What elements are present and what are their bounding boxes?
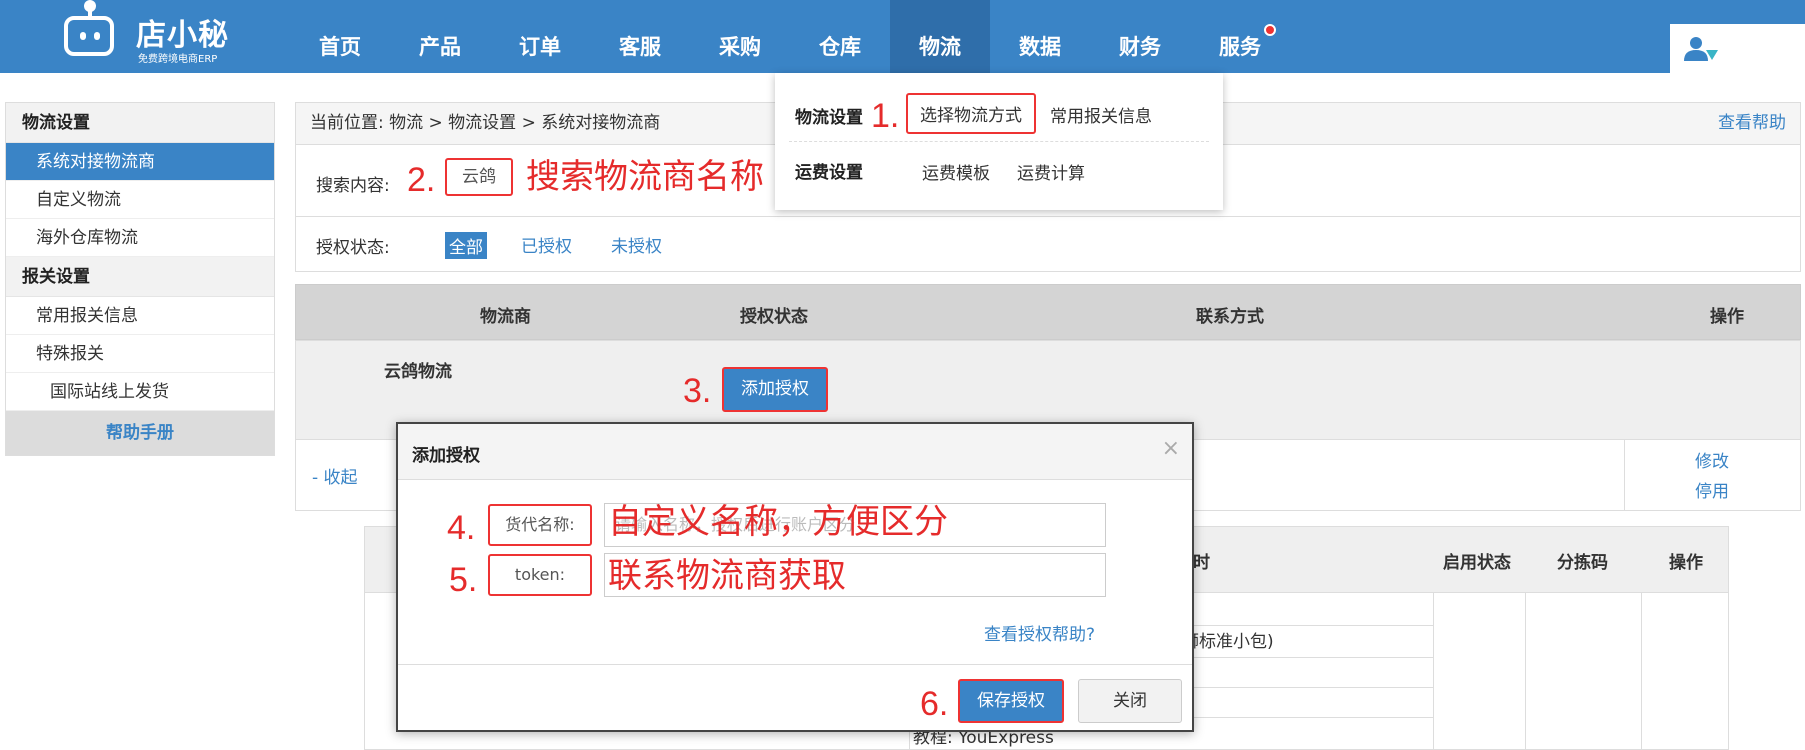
auth-filter-all[interactable]: 全部	[445, 232, 487, 259]
annotation-step-3: 3.	[683, 372, 712, 410]
close-icon[interactable]: ×	[1162, 436, 1180, 461]
carrier-name: 云鸽物流	[384, 362, 452, 382]
col-sort-code: 分拣码	[1557, 553, 1608, 573]
nav-data[interactable]: 数据	[990, 0, 1090, 73]
user-icon	[1684, 37, 1718, 61]
brand-subtitle: 免费跨境电商ERP	[138, 54, 218, 65]
modal-title: 添加授权	[412, 446, 480, 466]
top-navbar: 店小秘 免费跨境电商ERP 首页 产品 订单 客服 采购 仓库 物流 数据 财务…	[0, 0, 1805, 73]
nav-logistics[interactable]: 物流	[890, 0, 990, 73]
menu-item-freight-calc[interactable]: 运费计算	[1017, 159, 1085, 184]
sidebar-item-overseas-warehouse[interactable]: 海外仓库物流	[6, 219, 274, 257]
auth-status-label: 授权状态:	[316, 238, 390, 258]
auth-filter-unauthorized[interactable]: 未授权	[611, 232, 662, 257]
nav-finance[interactable]: 财务	[1090, 0, 1190, 73]
col-contact: 联系方式	[1196, 307, 1264, 327]
logo[interactable]: 店小秘 免费跨境电商ERP	[64, 0, 244, 65]
auth-filter-authorized[interactable]: 已授权	[521, 232, 572, 257]
nav-home[interactable]: 首页	[290, 0, 390, 73]
view-help-link[interactable]: 查看帮助	[1718, 103, 1786, 144]
token-label: token:	[488, 554, 592, 596]
sidebar-item-intl-online-shipping[interactable]: 国际站线上发货	[6, 373, 274, 411]
main-nav: 首页 产品 订单 客服 采购 仓库 物流 数据 财务 服务	[290, 0, 1290, 73]
dropdown-divider	[789, 141, 1209, 142]
dropdown-group-logistics-settings: 物流设置	[795, 108, 863, 128]
annotation-custom-name: 自定义名称，方便区分	[608, 502, 948, 542]
col-actions: 操作	[1710, 307, 1744, 327]
logistics-dropdown-menu: 物流设置 选择物流方式 常用报关信息 运费设置 运费模板 运费计算	[775, 73, 1223, 210]
annotation-contact-carrier: 联系物流商获取	[608, 556, 846, 596]
carrier-table-header: 物流商 授权状态 联系方式 操作	[295, 284, 1801, 340]
menu-item-customs-info[interactable]: 常用报关信息	[1050, 102, 1152, 127]
cancel-button[interactable]: 关闭	[1078, 679, 1182, 723]
collapse-link[interactable]: - 收起	[312, 463, 358, 488]
nav-services-wrap[interactable]: 服务	[1190, 0, 1290, 73]
annotation-step-6: 6.	[920, 685, 949, 723]
sidebar-item-system-carriers[interactable]: 系统对接物流商	[6, 143, 274, 181]
nav-services[interactable]: 服务	[1219, 35, 1261, 59]
add-auth-button[interactable]: 添加授权	[722, 367, 828, 412]
annotation-step-5: 5.	[449, 561, 478, 599]
brand-name: 店小秘	[136, 18, 229, 53]
search-tag[interactable]: 云鸽	[445, 158, 513, 196]
forwarder-name-label: 货代名称:	[488, 504, 592, 546]
robot-eye-left	[80, 32, 86, 40]
menu-item-freight-template[interactable]: 运费模板	[922, 159, 990, 184]
annotation-search-carrier: 搜索物流商名称	[526, 157, 764, 197]
divider	[1641, 593, 1642, 750]
ops-cell: 修改 停用	[1624, 440, 1802, 510]
divider	[1525, 593, 1526, 750]
nav-customer-service[interactable]: 客服	[590, 0, 690, 73]
sidebar: 物流设置 系统对接物流商 自定义物流 海外仓库物流 报关设置 常用报关信息 特殊…	[5, 102, 275, 456]
search-label: 搜索内容:	[316, 176, 390, 196]
col-time: 时	[1193, 553, 1210, 573]
robot-eye-right	[94, 32, 100, 40]
sidebar-section-customs: 报关设置	[6, 257, 274, 297]
annotation-step-1: 1.	[871, 97, 900, 135]
modal-header: 添加授权 ×	[398, 424, 1192, 480]
robot-icon	[64, 0, 114, 56]
menu-item-select-shipping-method[interactable]: 选择物流方式	[906, 93, 1036, 134]
col-auth-status: 授权状态	[740, 307, 808, 327]
divider	[1433, 593, 1434, 750]
disable-link[interactable]: 停用	[1695, 477, 1729, 502]
annotation-step-4: 4.	[447, 509, 476, 547]
breadcrumb-text: 当前位置: 物流 > 物流设置 > 系统对接物流商	[310, 113, 661, 133]
nav-warehouse[interactable]: 仓库	[790, 0, 890, 73]
sidebar-item-special-customs[interactable]: 特殊报关	[6, 335, 274, 373]
col-channel-actions: 操作	[1669, 553, 1703, 573]
nav-orders[interactable]: 订单	[490, 0, 590, 73]
nav-purchasing[interactable]: 采购	[690, 0, 790, 73]
col-enabled: 启用状态	[1443, 553, 1511, 573]
edit-link[interactable]: 修改	[1695, 447, 1729, 472]
help-manual-link[interactable]: 帮助手册	[6, 411, 274, 455]
modal-footer: 保存授权 关闭	[398, 664, 1192, 730]
col-carrier: 物流商	[480, 307, 531, 327]
notification-dot	[1264, 24, 1276, 36]
sidebar-item-custom-logistics[interactable]: 自定义物流	[6, 181, 274, 219]
auth-help-link[interactable]: 查看授权帮助?	[984, 620, 1095, 645]
user-box[interactable]	[1670, 24, 1805, 73]
save-auth-button[interactable]: 保存授权	[958, 679, 1064, 723]
sidebar-item-customs-info[interactable]: 常用报关信息	[6, 297, 274, 335]
annotation-step-2: 2.	[407, 161, 436, 199]
sidebar-section-logistics: 物流设置	[6, 103, 274, 143]
nav-products[interactable]: 产品	[390, 0, 490, 73]
dropdown-group-freight-settings: 运费设置	[795, 163, 863, 183]
